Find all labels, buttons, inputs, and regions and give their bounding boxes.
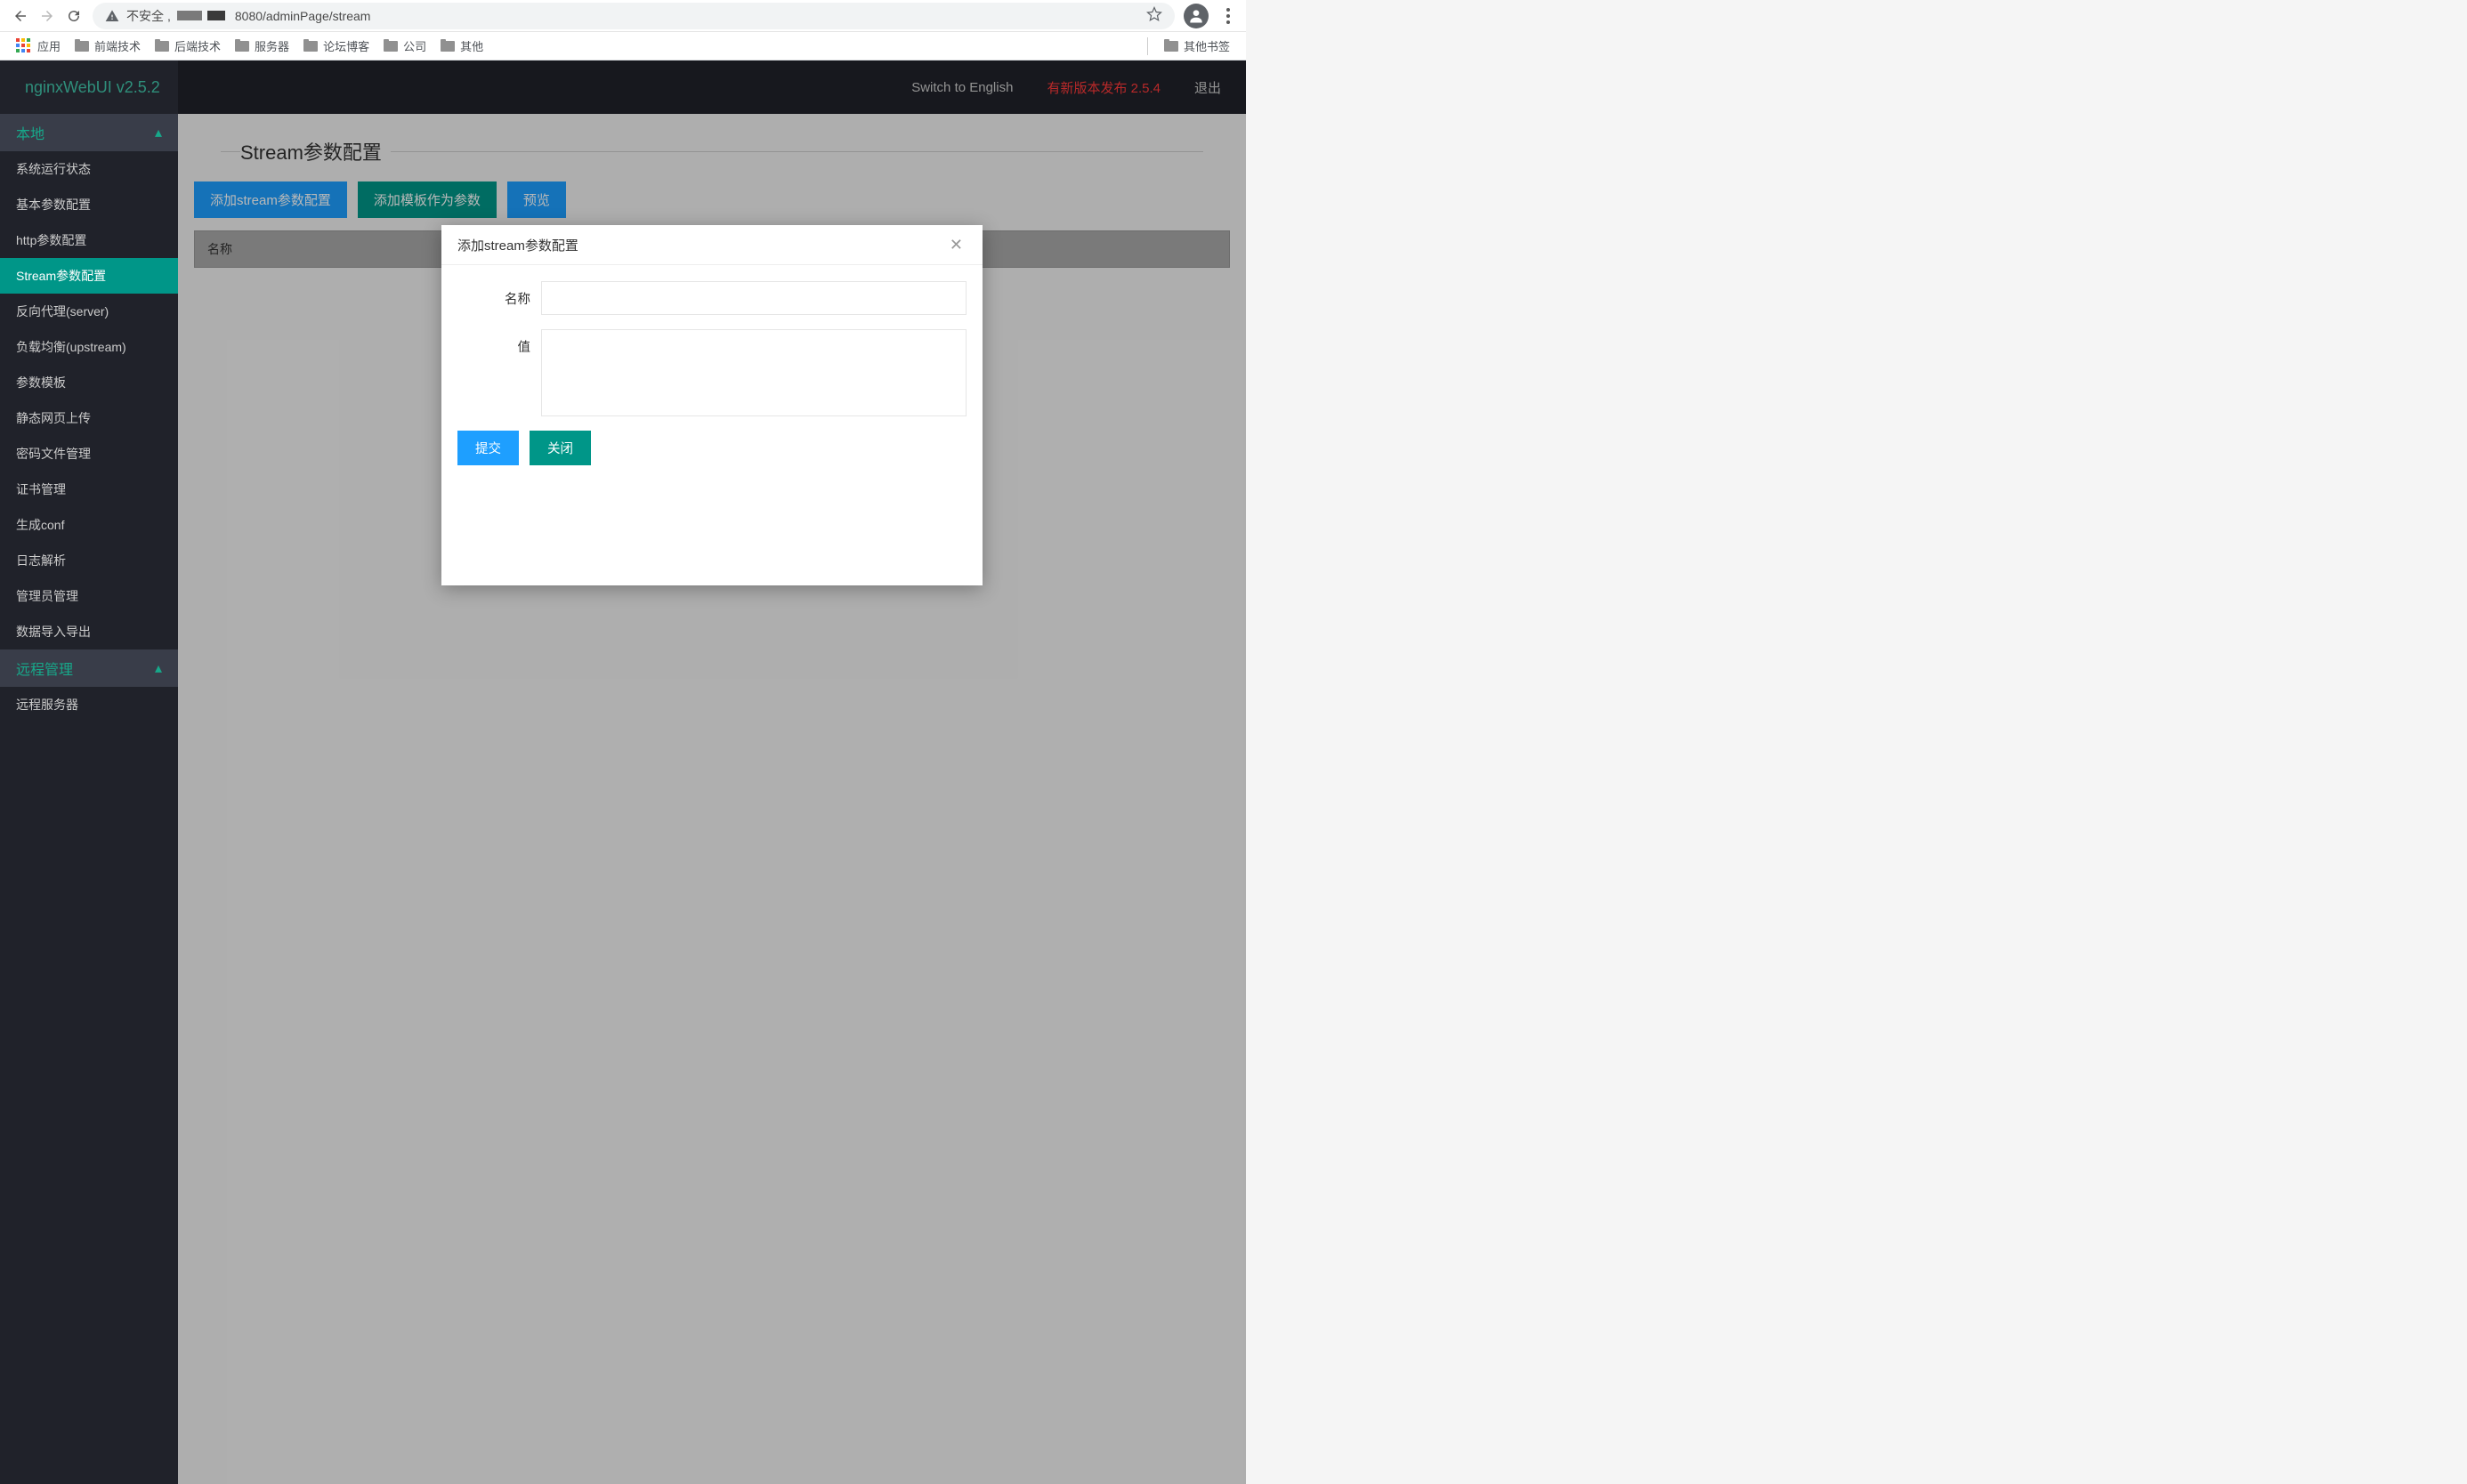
label-name: 名称 — [457, 281, 541, 315]
bookmark-folder[interactable]: 前端技术 — [75, 37, 141, 54]
sidebar-item-admin[interactable]: 管理员管理 — [0, 578, 178, 614]
content-area: Stream参数配置 添加stream参数配置 添加模板作为参数 预览 名称 添… — [178, 114, 1246, 1484]
sidebar-item-stream[interactable]: Stream参数配置 — [0, 258, 178, 294]
sidebar-item-log[interactable]: 日志解析 — [0, 543, 178, 578]
modal-header: 添加stream参数配置 ✕ — [441, 225, 983, 265]
sidebar-item-conf[interactable]: 生成conf — [0, 507, 178, 543]
insecure-icon — [105, 9, 119, 23]
folder-icon — [155, 41, 169, 52]
sidebar-item-static[interactable]: 静态网页上传 — [0, 400, 178, 436]
value-textarea[interactable] — [541, 329, 967, 416]
sidebar: 本地 ▴ 系统运行状态 基本参数配置 http参数配置 Stream参数配置 反… — [0, 114, 178, 1484]
other-bookmarks[interactable]: 其他书签 — [1164, 37, 1230, 54]
browser-menu-icon[interactable] — [1217, 8, 1239, 24]
url-suffix: 8080/adminPage/stream — [235, 9, 371, 23]
modal-overlay[interactable]: 添加stream参数配置 ✕ 名称 值 提交 关闭 — [178, 60, 1246, 1484]
sidebar-group-local[interactable]: 本地 ▴ — [0, 114, 178, 151]
close-icon[interactable]: ✕ — [946, 232, 967, 258]
modal-title: 添加stream参数配置 — [457, 236, 578, 254]
submit-button[interactable]: 提交 — [457, 431, 519, 465]
folder-icon — [441, 41, 455, 52]
redacted-host-2 — [207, 11, 225, 20]
redacted-host — [177, 11, 202, 20]
insecure-label: 不安全 — [126, 7, 164, 25]
sidebar-item-template[interactable]: 参数模板 — [0, 365, 178, 400]
brand-title: nginxWebUI v2.5.2 — [25, 78, 160, 97]
label-value: 值 — [457, 329, 541, 416]
apps-shortcut[interactable]: 应用 — [16, 37, 61, 54]
url-bar[interactable]: 不安全 , 8080/adminPage/stream — [93, 3, 1175, 29]
back-button[interactable] — [7, 3, 34, 29]
folder-icon — [303, 41, 318, 52]
bookmark-star-icon[interactable] — [1146, 6, 1162, 25]
sidebar-item-upstream[interactable]: 负载均衡(upstream) — [0, 329, 178, 365]
folder-icon — [75, 41, 89, 52]
forward-button[interactable] — [34, 3, 61, 29]
divider — [1147, 37, 1148, 55]
sidebar-item-data[interactable]: 数据导入导出 — [0, 614, 178, 649]
apps-label: 应用 — [37, 37, 61, 54]
name-input[interactable] — [541, 281, 967, 315]
chevron-up-icon: ▴ — [155, 659, 162, 677]
folder-icon — [1164, 41, 1178, 52]
modal-dialog: 添加stream参数配置 ✕ 名称 值 提交 关闭 — [441, 225, 983, 585]
sidebar-item-basic[interactable]: 基本参数配置 — [0, 187, 178, 222]
sidebar-item-remote-server[interactable]: 远程服务器 — [0, 687, 178, 722]
sidebar-item-password[interactable]: 密码文件管理 — [0, 436, 178, 472]
folder-icon — [384, 41, 398, 52]
folder-icon — [235, 41, 249, 52]
sidebar-item-http[interactable]: http参数配置 — [0, 222, 178, 258]
close-button[interactable]: 关闭 — [530, 431, 591, 465]
refresh-button[interactable] — [61, 3, 87, 29]
sidebar-item-cert[interactable]: 证书管理 — [0, 472, 178, 507]
sidebar-item-server[interactable]: 反向代理(server) — [0, 294, 178, 329]
bookmarks-bar: 应用 前端技术 后端技术 服务器 论坛博客 公司 其他 其他书签 — [0, 32, 1246, 60]
bookmark-folder[interactable]: 服务器 — [235, 37, 289, 54]
bookmark-folder[interactable]: 论坛博客 — [303, 37, 369, 54]
browser-nav-bar: 不安全 , 8080/adminPage/stream — [0, 0, 1246, 32]
bookmark-folder[interactable]: 其他 — [441, 37, 483, 54]
chevron-up-icon: ▴ — [155, 124, 162, 141]
sidebar-item-status[interactable]: 系统运行状态 — [0, 151, 178, 187]
profile-avatar[interactable] — [1184, 4, 1209, 28]
sidebar-group-remote[interactable]: 远程管理 ▴ — [0, 649, 178, 687]
bookmark-folder[interactable]: 后端技术 — [155, 37, 221, 54]
bookmark-folder[interactable]: 公司 — [384, 37, 426, 54]
apps-grid-icon — [16, 38, 32, 54]
